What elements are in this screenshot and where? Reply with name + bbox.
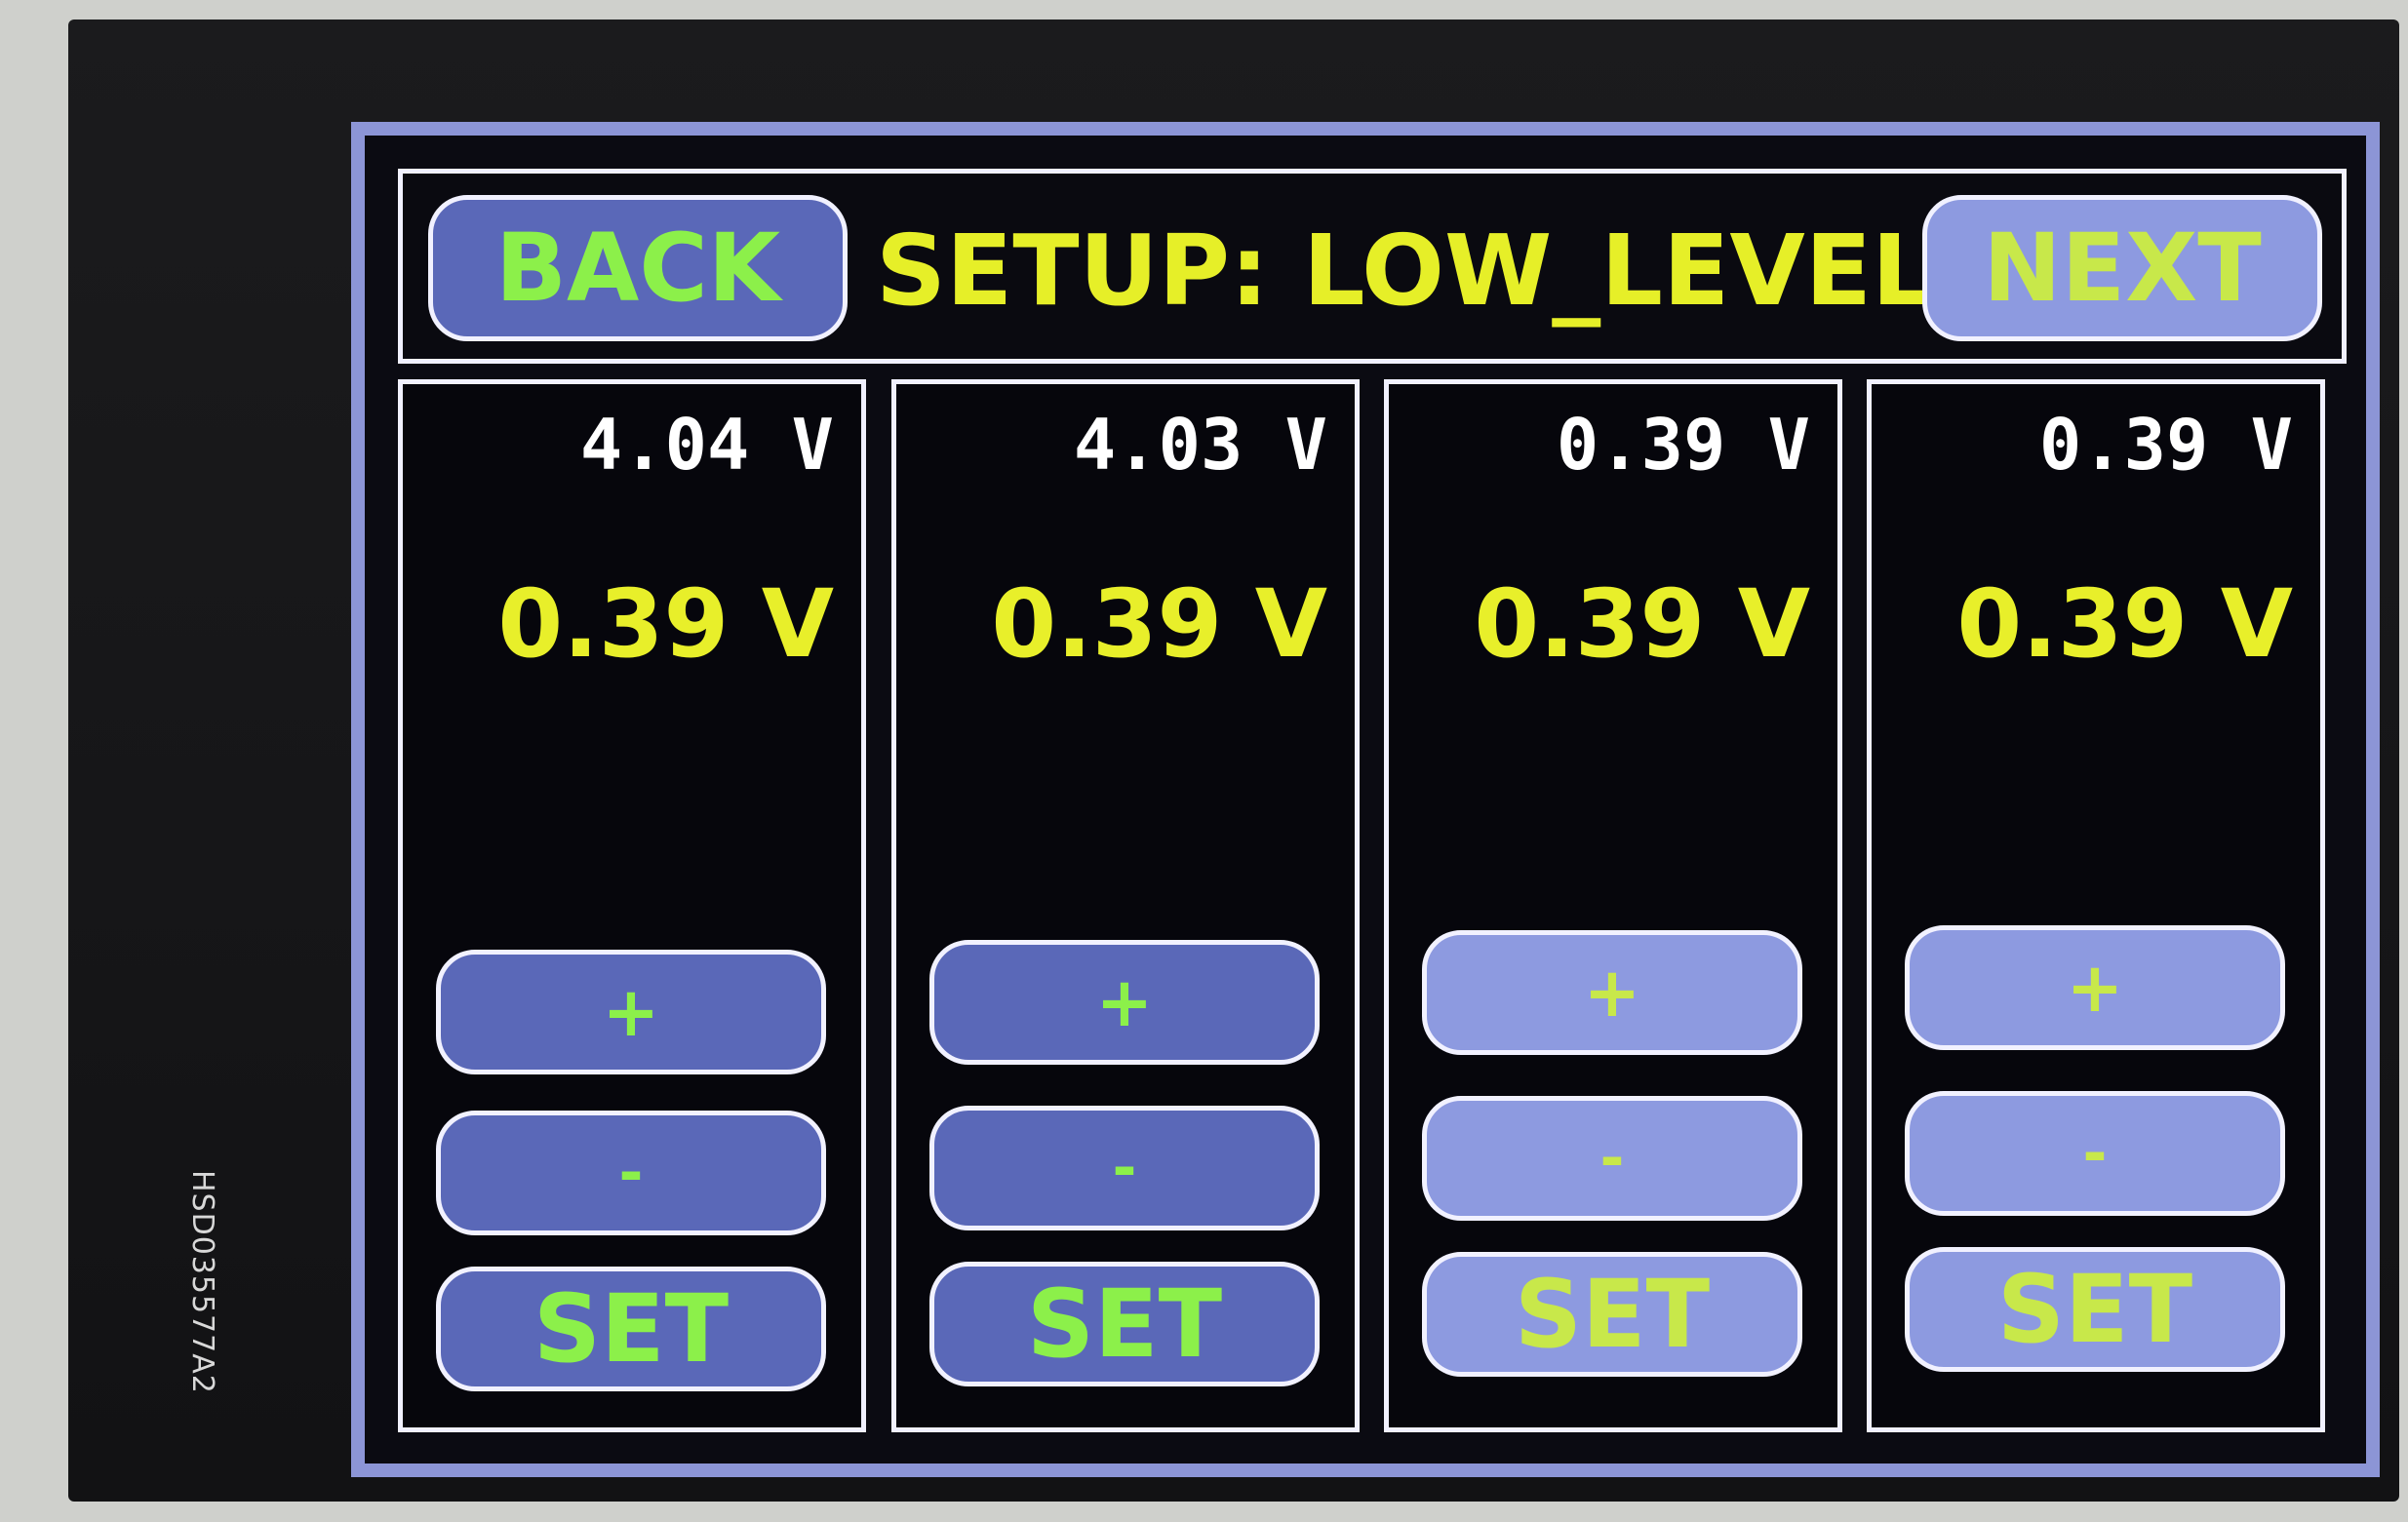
measured-voltage: 0.39 V [1556,404,1810,486]
increase-button[interactable]: + [929,940,1320,1065]
set-button[interactable]: SET [436,1267,826,1391]
decrease-button[interactable]: - [1905,1091,2285,1216]
page-title: SETUP: LOW_LEVEL [876,214,1934,328]
decrease-button[interactable]: - [436,1111,826,1235]
set-button[interactable]: SET [1422,1252,1802,1377]
touch-screen: BACK SETUP: LOW_LEVEL NEXT 4.04 V 0.39 V… [351,122,2380,1477]
decrease-button[interactable]: - [1422,1096,1802,1221]
setpoint-voltage: 0.39 V [1956,569,2293,679]
panel-model-label: HSD035577A2 [185,1170,219,1394]
header-bar: BACK SETUP: LOW_LEVEL NEXT [398,169,2347,364]
measured-voltage: 0.39 V [2038,404,2293,486]
set-button[interactable]: SET [929,1262,1320,1386]
increase-button[interactable]: + [1905,925,2285,1050]
setpoint-voltage: 0.39 V [1474,569,1810,679]
channel-panel-1: 4.04 V 0.39 V + - SET [398,379,866,1432]
set-button[interactable]: SET [1905,1247,2285,1372]
channel-panel-4: 0.39 V 0.39 V + - SET [1867,379,2325,1432]
next-button[interactable]: NEXT [1922,195,2322,341]
channel-panel-2: 4.03 V 0.39 V + - SET [891,379,1360,1432]
increase-button[interactable]: + [436,950,826,1074]
channel-panel-3: 0.39 V 0.39 V + - SET [1384,379,1842,1432]
display-bezel: HSD035577A2 BACK SETUP: LOW_LEVEL NEXT 4… [68,20,2399,1502]
increase-button[interactable]: + [1422,930,1802,1055]
measured-voltage: 4.04 V [579,404,834,486]
setpoint-voltage: 0.39 V [497,569,834,679]
back-button[interactable]: BACK [428,195,848,341]
decrease-button[interactable]: - [929,1106,1320,1230]
measured-voltage: 4.03 V [1073,404,1327,486]
setpoint-voltage: 0.39 V [991,569,1327,679]
